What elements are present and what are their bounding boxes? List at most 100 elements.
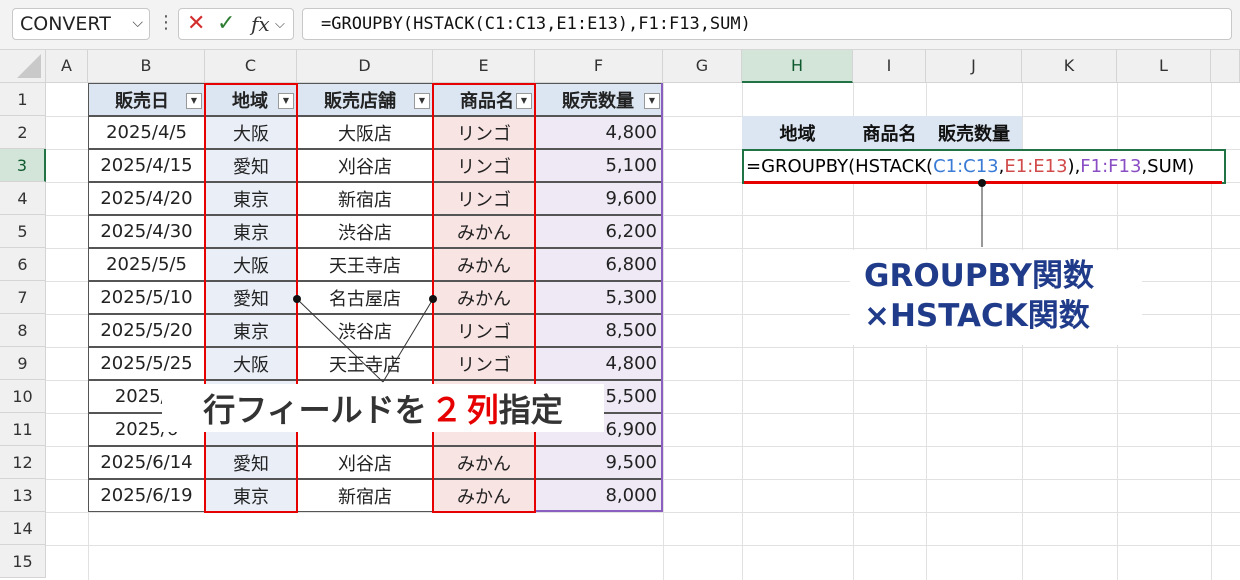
fx-icon[interactable]: fx	[251, 11, 270, 37]
row-header-7[interactable]: 7	[0, 281, 46, 314]
table-cell[interactable]: 4,800	[535, 116, 663, 149]
result-header-region[interactable]: 地域	[742, 116, 853, 149]
row-header-1[interactable]: 1	[0, 83, 46, 116]
filter-dropdown-icon[interactable]: ▼	[644, 93, 660, 109]
select-all-corner[interactable]	[0, 50, 46, 83]
spreadsheet-grid[interactable]: A B C D E F G H I J K L 1 2 3 4 5 6 7 8 …	[0, 50, 1240, 580]
table-header-region[interactable]: 地域 ▼	[205, 83, 297, 116]
table-cell[interactable]: 天王寺店	[297, 248, 433, 281]
row-header-11[interactable]: 11	[0, 413, 46, 446]
table-cell[interactable]: 渋谷店	[297, 215, 433, 248]
table-cell[interactable]: 4,800	[535, 347, 663, 380]
more-options-icon[interactable]: ⋮	[157, 12, 175, 34]
table-header-quantity[interactable]: 販売数量 ▼	[535, 83, 663, 116]
row-header-3[interactable]: 3	[0, 149, 46, 182]
row-header-5[interactable]: 5	[0, 215, 46, 248]
col-header-b[interactable]: B	[88, 50, 205, 83]
table-cell[interactable]: 2025/5/10	[88, 281, 205, 314]
table-cell[interactable]: 名古屋店	[297, 281, 433, 314]
enter-icon[interactable]: ✓	[217, 11, 235, 37]
cancel-icon[interactable]: ✕	[187, 11, 205, 37]
filter-dropdown-icon[interactable]: ▼	[516, 93, 532, 109]
table-cell[interactable]: 8,500	[535, 314, 663, 347]
table-cell[interactable]: 6,800	[535, 248, 663, 281]
table-cell[interactable]: 大阪	[205, 248, 297, 281]
table-cell[interactable]: 大阪	[205, 347, 297, 380]
table-cell[interactable]: リンゴ	[433, 182, 535, 215]
table-cell[interactable]: 天王寺店	[297, 347, 433, 380]
table-cell[interactable]: 愛知	[205, 446, 297, 479]
filter-dropdown-icon[interactable]: ▼	[186, 93, 202, 109]
table-cell[interactable]: 6,200	[535, 215, 663, 248]
table-cell[interactable]: 新宿店	[297, 182, 433, 215]
chevron-down-icon[interactable]: ⌵	[132, 15, 143, 31]
table-header-product[interactable]: 商品名 ▼	[433, 83, 535, 116]
table-cell[interactable]: 愛知	[205, 281, 297, 314]
table-cell[interactable]: リンゴ	[433, 116, 535, 149]
formula-input[interactable]: =GROUPBY(HSTACK(C1:C13,E1:E13),F1:F13,SU…	[302, 8, 1232, 40]
row-header-8[interactable]: 8	[0, 314, 46, 347]
row-header-15[interactable]: 15	[0, 545, 46, 578]
table-cell[interactable]: 東京	[205, 182, 297, 215]
col-header-k[interactable]: K	[1022, 50, 1117, 83]
col-header-a[interactable]: A	[46, 50, 88, 83]
table-cell[interactable]: みかん	[433, 479, 535, 512]
table-cell[interactable]: みかん	[433, 215, 535, 248]
col-header-m[interactable]	[1211, 50, 1240, 83]
table-cell[interactable]: 2025/5/25	[88, 347, 205, 380]
result-header-product[interactable]: 商品名	[853, 116, 926, 149]
table-cell[interactable]: 5,100	[535, 149, 663, 182]
col-header-f[interactable]: F	[535, 50, 663, 83]
table-cell[interactable]: みかん	[433, 248, 535, 281]
table-cell[interactable]: 2025/4/30	[88, 215, 205, 248]
table-cell[interactable]: みかん	[433, 281, 535, 314]
table-cell[interactable]: 2025/4/20	[88, 182, 205, 215]
col-header-l[interactable]: L	[1117, 50, 1211, 83]
filter-dropdown-icon[interactable]: ▼	[278, 93, 294, 109]
col-header-d[interactable]: D	[297, 50, 433, 83]
table-cell[interactable]: 2025/6/14	[88, 446, 205, 479]
table-cell[interactable]: 8,000	[535, 479, 663, 512]
col-header-j[interactable]: J	[926, 50, 1022, 83]
table-header-store[interactable]: 販売店舗 ▼	[297, 83, 433, 116]
table-cell[interactable]: 渋谷店	[297, 314, 433, 347]
row-header-12[interactable]: 12	[0, 446, 46, 479]
table-cell[interactable]: 新宿店	[297, 479, 433, 512]
table-cell[interactable]: 刈谷店	[297, 446, 433, 479]
result-header-quantity[interactable]: 販売数量	[926, 116, 1022, 149]
col-header-e[interactable]: E	[433, 50, 535, 83]
row-header-14[interactable]: 14	[0, 512, 46, 545]
row-header-9[interactable]: 9	[0, 347, 46, 380]
row-header-13[interactable]: 13	[0, 479, 46, 512]
row-header-10[interactable]: 10	[0, 380, 46, 413]
table-cell[interactable]: 2025/5/20	[88, 314, 205, 347]
name-box[interactable]: CONVERT ⌵	[12, 8, 150, 40]
table-cell[interactable]: 大阪店	[297, 116, 433, 149]
expand-fx-icon[interactable]: ⌵	[275, 12, 285, 38]
table-cell[interactable]: 9,500	[535, 446, 663, 479]
active-cell-formula[interactable]: =GROUPBY(HSTACK(C1:C13,E1:E13),F1:F13,SU…	[742, 149, 1226, 184]
table-cell[interactable]: 東京	[205, 479, 297, 512]
table-cell[interactable]: 2025/5/5	[88, 248, 205, 281]
filter-dropdown-icon[interactable]: ▼	[414, 93, 430, 109]
table-cell[interactable]: 2025/4/15	[88, 149, 205, 182]
table-cell[interactable]: 2025/6/19	[88, 479, 205, 512]
table-cell[interactable]: 愛知	[205, 149, 297, 182]
table-header-date[interactable]: 販売日 ▼	[88, 83, 205, 116]
col-header-h[interactable]: H	[742, 50, 853, 83]
table-cell[interactable]: みかん	[433, 446, 535, 479]
row-header-2[interactable]: 2	[0, 116, 46, 149]
table-cell[interactable]: リンゴ	[433, 314, 535, 347]
table-cell[interactable]: リンゴ	[433, 347, 535, 380]
table-cell[interactable]: 大阪	[205, 116, 297, 149]
row-header-4[interactable]: 4	[0, 182, 46, 215]
table-cell[interactable]: 東京	[205, 314, 297, 347]
table-cell[interactable]: 9,600	[535, 182, 663, 215]
col-header-c[interactable]: C	[205, 50, 297, 83]
row-header-6[interactable]: 6	[0, 248, 46, 281]
table-cell[interactable]: 5,300	[535, 281, 663, 314]
table-cell[interactable]: 刈谷店	[297, 149, 433, 182]
table-cell[interactable]: 東京	[205, 215, 297, 248]
table-cell[interactable]: リンゴ	[433, 149, 535, 182]
col-header-i[interactable]: I	[853, 50, 926, 83]
